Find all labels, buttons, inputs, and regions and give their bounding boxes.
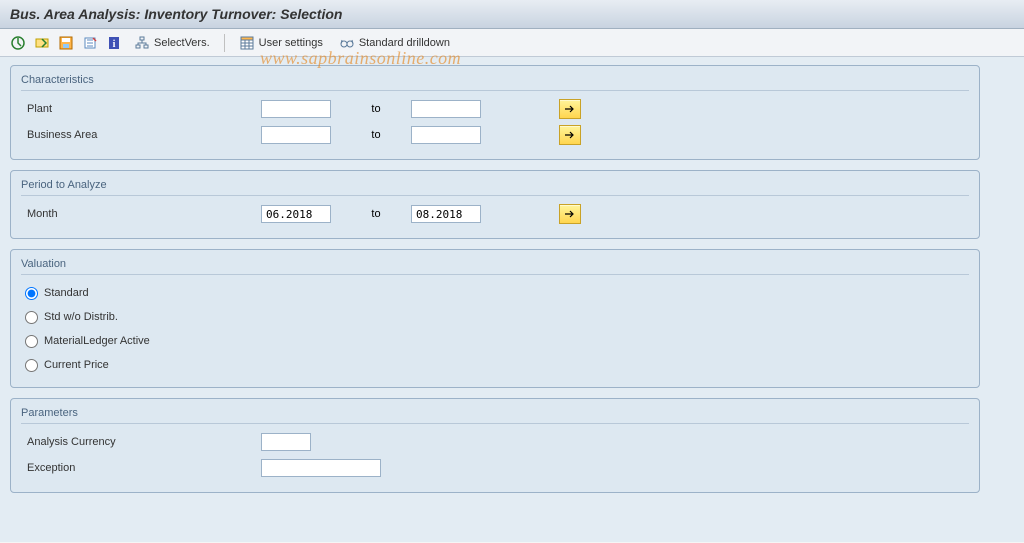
characteristics-title: Characteristics	[21, 74, 969, 91]
business-area-row: Business Area to	[21, 123, 969, 147]
analysis-currency-label: Analysis Currency	[21, 436, 261, 448]
plant-from-input[interactable]	[261, 100, 331, 118]
valuation-current-price-option[interactable]: Current Price	[21, 353, 969, 377]
arrow-right-icon	[564, 130, 576, 140]
valuation-material-ledger-label: MaterialLedger Active	[44, 335, 150, 347]
plant-to-input[interactable]	[411, 100, 481, 118]
month-row: Month to	[21, 202, 969, 226]
toolbar-separator	[224, 34, 225, 52]
valuation-std-wo-distrib-label: Std w/o Distrib.	[44, 311, 118, 323]
application-toolbar: i SelectVers. User settings Standard dri…	[0, 29, 1024, 57]
user-settings-label: User settings	[259, 37, 323, 49]
characteristics-group: Characteristics Plant to Business Area t…	[10, 65, 980, 160]
business-area-to-input[interactable]	[411, 126, 481, 144]
to-label: to	[371, 103, 380, 115]
month-from-input[interactable]	[261, 205, 331, 223]
business-area-from-input[interactable]	[261, 126, 331, 144]
valuation-std-wo-distrib-radio[interactable]	[25, 311, 38, 324]
valuation-group: Valuation Standard Std w/o Distrib. Mate…	[10, 249, 980, 388]
period-title: Period to Analyze	[21, 179, 969, 196]
month-label: Month	[21, 208, 261, 220]
valuation-standard-radio[interactable]	[25, 287, 38, 300]
select-vers-label: SelectVers.	[154, 37, 210, 49]
valuation-standard-label: Standard	[44, 287, 89, 299]
exception-label: Exception	[21, 462, 261, 474]
standard-drilldown-label: Standard drilldown	[359, 37, 450, 49]
content-area: Characteristics Plant to Business Area t…	[0, 57, 1024, 542]
plant-multiple-selection-button[interactable]	[559, 99, 581, 119]
select-vers-button[interactable]: SelectVers.	[128, 33, 216, 53]
valuation-title: Valuation	[21, 258, 969, 275]
valuation-material-ledger-radio[interactable]	[25, 335, 38, 348]
window-title-bar: Bus. Area Analysis: Inventory Turnover: …	[0, 0, 1024, 29]
month-to-input[interactable]	[411, 205, 481, 223]
exception-input[interactable]	[261, 459, 381, 477]
glasses-icon	[339, 35, 355, 51]
valuation-current-price-label: Current Price	[44, 359, 109, 371]
business-area-label: Business Area	[21, 129, 261, 141]
parameters-title: Parameters	[21, 407, 969, 424]
to-label: to	[371, 129, 380, 141]
get-variant-icon[interactable]	[32, 33, 52, 53]
analysis-currency-row: Analysis Currency	[21, 430, 969, 454]
valuation-standard-option[interactable]: Standard	[21, 281, 969, 305]
arrow-right-icon	[564, 104, 576, 114]
arrow-right-icon	[564, 209, 576, 219]
plant-row: Plant to	[21, 97, 969, 121]
valuation-current-price-radio[interactable]	[25, 359, 38, 372]
exception-row: Exception	[21, 456, 969, 480]
execute-icon[interactable]	[8, 33, 28, 53]
standard-drilldown-button[interactable]: Standard drilldown	[333, 33, 456, 53]
business-area-multiple-selection-button[interactable]	[559, 125, 581, 145]
valuation-std-wo-distrib-option[interactable]: Std w/o Distrib.	[21, 305, 969, 329]
month-multiple-selection-button[interactable]	[559, 204, 581, 224]
information-icon[interactable]: i	[104, 33, 124, 53]
svg-text:i: i	[113, 39, 116, 50]
analysis-currency-input[interactable]	[261, 433, 311, 451]
table-icon	[239, 35, 255, 51]
user-settings-button[interactable]: User settings	[233, 33, 329, 53]
window-title: Bus. Area Analysis: Inventory Turnover: …	[10, 6, 342, 22]
valuation-material-ledger-option[interactable]: MaterialLedger Active	[21, 329, 969, 353]
parameters-group: Parameters Analysis Currency Exception	[10, 398, 980, 493]
plant-label: Plant	[21, 103, 261, 115]
hierarchy-icon	[134, 35, 150, 51]
save-icon[interactable]	[56, 33, 76, 53]
selection-options-icon[interactable]	[80, 33, 100, 53]
to-label: to	[371, 208, 380, 220]
period-group: Period to Analyze Month to	[10, 170, 980, 239]
